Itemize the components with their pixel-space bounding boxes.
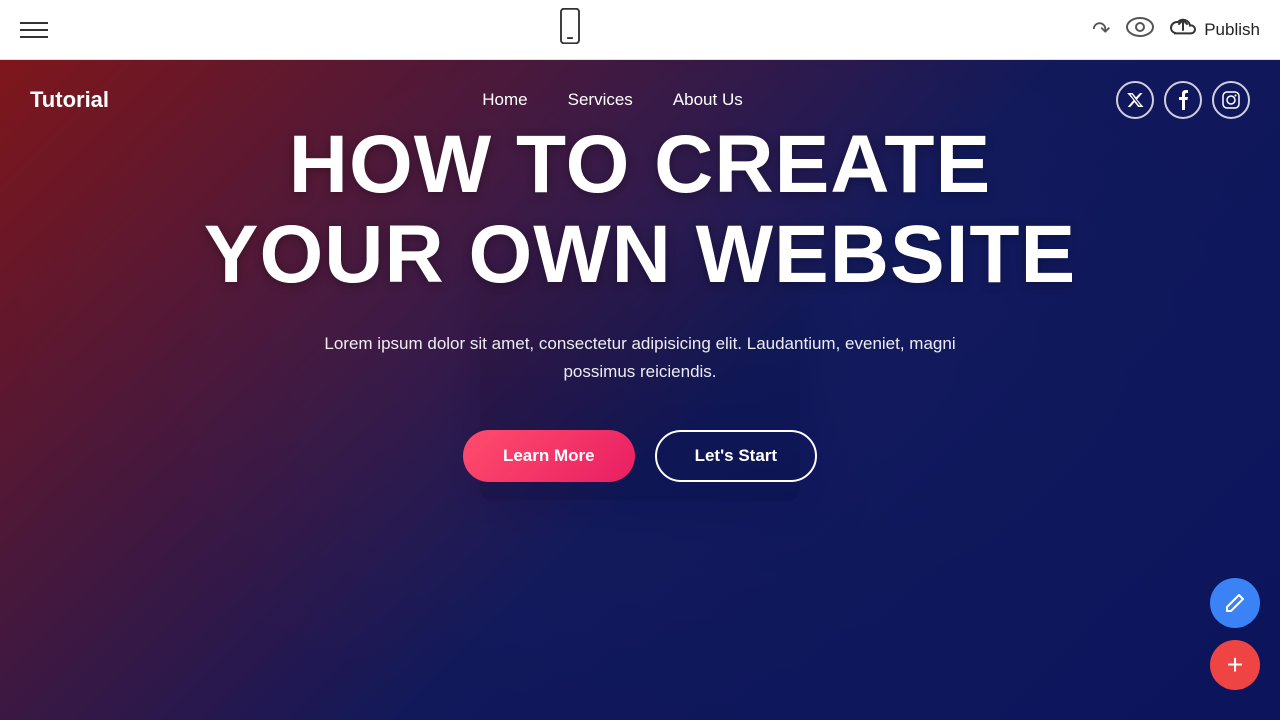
- toolbar-left: [20, 22, 48, 38]
- hero-title-line1: HOW TO CREATE: [289, 119, 991, 210]
- hamburger-menu-icon[interactable]: [20, 22, 48, 38]
- facebook-icon[interactable]: [1164, 81, 1202, 119]
- undo-icon[interactable]: ↶: [1092, 17, 1110, 43]
- nav-links: Home Services About Us: [482, 90, 742, 110]
- publish-button[interactable]: Publish: [1170, 16, 1260, 43]
- fab-add-icon: +: [1227, 649, 1243, 681]
- hero-description: Lorem ipsum dolor sit amet, consectetur …: [290, 330, 990, 384]
- nav-link-home[interactable]: Home: [482, 90, 527, 110]
- fab-container: +: [1210, 578, 1260, 690]
- lets-start-button[interactable]: Let's Start: [655, 430, 817, 482]
- toolbar-right: ↶ Publish: [1092, 16, 1260, 44]
- website-preview: Tutorial Home Services About Us: [0, 60, 1280, 720]
- social-icons: [1116, 81, 1250, 119]
- cloud-upload-icon: [1170, 16, 1196, 43]
- fab-edit-button[interactable]: [1210, 578, 1260, 628]
- mobile-view-icon[interactable]: [556, 8, 584, 51]
- twitter-icon[interactable]: [1116, 81, 1154, 119]
- publish-label: Publish: [1204, 20, 1260, 40]
- toolbar-center: [556, 8, 584, 51]
- nav-link-services[interactable]: Services: [568, 90, 633, 110]
- hero-content: HOW TO CREATE YOUR OWN WEBSITE Lorem ips…: [0, 120, 1280, 482]
- hero-buttons: Learn More Let's Start: [463, 430, 817, 482]
- hero-title-line2: YOUR OWN WEBSITE: [204, 209, 1076, 300]
- site-logo: Tutorial: [30, 87, 109, 113]
- nav-link-about[interactable]: About Us: [673, 90, 743, 110]
- preview-icon[interactable]: [1126, 16, 1154, 44]
- learn-more-button[interactable]: Learn More: [463, 430, 635, 482]
- instagram-icon[interactable]: [1212, 81, 1250, 119]
- hero-title: HOW TO CREATE YOUR OWN WEBSITE: [204, 120, 1076, 300]
- toolbar: ↶ Publish: [0, 0, 1280, 60]
- fab-add-button[interactable]: +: [1210, 640, 1260, 690]
